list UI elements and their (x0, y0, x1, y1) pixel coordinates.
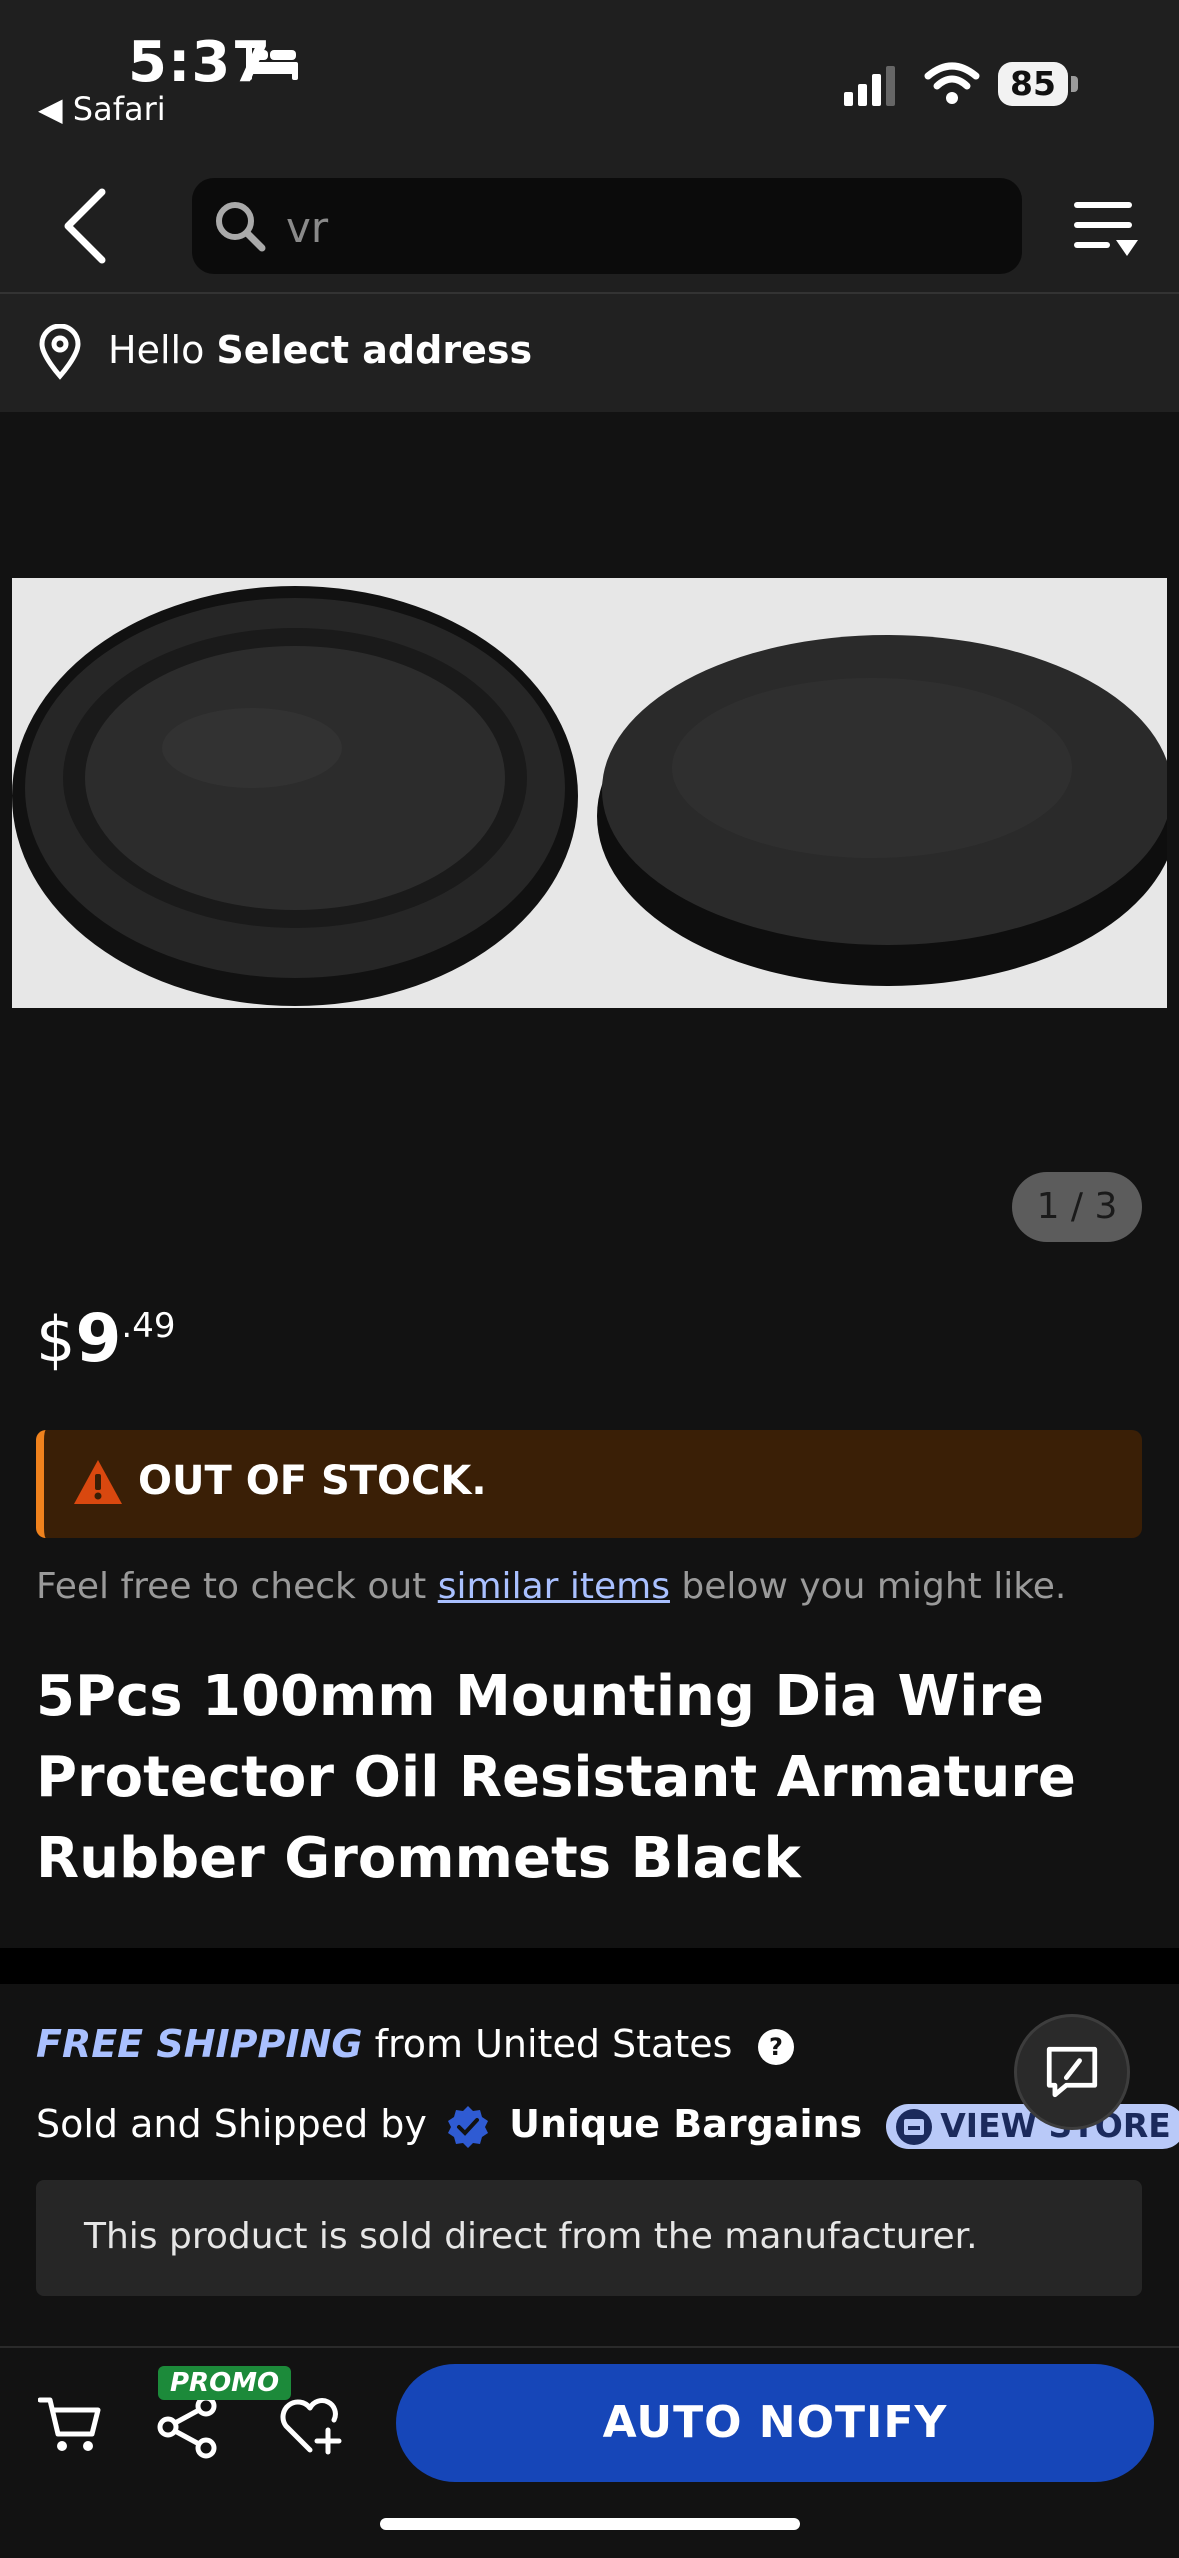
address-greeting: Hello (108, 328, 205, 372)
address-bar[interactable]: Hello Select address (0, 294, 1179, 412)
gallery-page-indicator: 1 / 3 (1012, 1172, 1142, 1242)
product-title: 5Pcs 100mm Mounting Dia Wire Protector O… (36, 1664, 1076, 1891)
home-indicator[interactable] (380, 2518, 800, 2530)
share-icon[interactable] (156, 2394, 220, 2460)
sleep-focus-icon (246, 46, 298, 80)
bottom-action-bar: PROMO AUTO NOTIFY (0, 2346, 1179, 2558)
promo-badge: PROMO (158, 2366, 292, 2400)
feedback-chat-button[interactable] (1014, 2014, 1130, 2130)
battery-cap (1071, 76, 1078, 92)
similar-suffix: below you might like. (669, 1566, 1067, 1607)
svg-text:?: ? (769, 2033, 783, 2061)
search-icon (216, 202, 266, 252)
product-gallery[interactable]: 1 / 3 (0, 412, 1179, 1272)
seller-info: Sold and Shipped by Unique Bargains VIEW… (36, 2102, 1179, 2150)
location-pin-icon (39, 324, 81, 380)
help-icon[interactable]: ? (757, 2028, 795, 2066)
similar-items-text: Feel free to check out similar items bel… (36, 1566, 1066, 1607)
top-header: 5:37 ◀ Safari 85 (0, 0, 1179, 292)
stock-status: OUT OF STOCK. (138, 1458, 487, 1504)
search-input[interactable] (284, 194, 988, 260)
price-dollars: 9 (75, 1300, 122, 1377)
manufacturer-notice-text: This product is sold direct from the man… (84, 2216, 978, 2257)
back-to-safari[interactable]: ◀ Safari (38, 90, 166, 128)
address-prompt: Hello Select address (108, 328, 532, 372)
similar-prefix: Feel free to check out (36, 1566, 438, 1607)
free-shipping-label: FREE SHIPPING (36, 2022, 363, 2066)
ship-from: from United States (362, 2022, 733, 2066)
sort-filter-icon[interactable] (1070, 198, 1140, 262)
price-cents: .49 (121, 1306, 176, 1346)
manufacturer-notice: This product is sold direct from the man… (36, 2180, 1142, 2296)
select-address-link[interactable]: Select address (216, 328, 532, 372)
add-to-wishlist-icon[interactable] (278, 2396, 346, 2456)
store-icon (896, 2109, 933, 2146)
store-name-link[interactable]: Unique Bargains (509, 2102, 862, 2146)
verified-badge-icon (448, 2105, 488, 2148)
battery-level: 85 (998, 62, 1068, 106)
price-currency: $ (36, 1303, 76, 1376)
section-divider (0, 1948, 1179, 1984)
cart-icon[interactable] (38, 2394, 104, 2456)
sold-by-label: Sold and Shipped by (36, 2102, 427, 2146)
warning-icon (74, 1460, 122, 1504)
search-bar[interactable] (192, 178, 1022, 274)
product-price: $9.49 (36, 1300, 175, 1377)
battery-indicator: 85 (998, 62, 1080, 108)
similar-items-link[interactable]: similar items (438, 1566, 670, 1607)
shipping-info: FREE SHIPPING from United States ? (36, 2022, 795, 2066)
auto-notify-button[interactable]: AUTO NOTIFY (396, 2364, 1154, 2482)
wifi-icon (924, 62, 980, 104)
back-chevron-icon[interactable] (58, 184, 118, 268)
out-of-stock-banner: OUT OF STOCK. (36, 1430, 1142, 1538)
cellular-signal-icon (844, 66, 895, 106)
product-image[interactable] (12, 578, 1167, 1008)
